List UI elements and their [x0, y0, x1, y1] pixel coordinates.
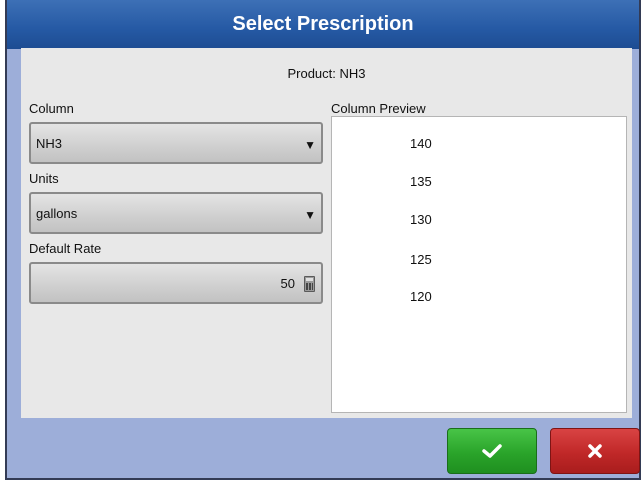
dialog-content: Product: NH3 Column NH3 ▼ Units gallons …	[21, 48, 632, 418]
column-label: Column	[29, 101, 74, 116]
column-value: NH3	[36, 136, 63, 151]
units-dropdown[interactable]: gallons ▼	[29, 192, 323, 234]
default-rate-field[interactable]: 50	[29, 262, 323, 304]
chevron-down-icon: ▼	[304, 208, 316, 222]
list-item: 135	[410, 174, 432, 189]
calculator-icon[interactable]	[304, 276, 315, 292]
column-preview-list: 140 135 130 125 120	[331, 116, 627, 413]
cancel-button[interactable]	[550, 428, 640, 474]
units-label: Units	[29, 171, 59, 186]
units-value: gallons	[36, 206, 78, 221]
list-item: 130	[410, 212, 432, 227]
column-preview-label: Column Preview	[331, 101, 426, 116]
close-icon	[588, 444, 602, 458]
list-item: 120	[410, 289, 432, 304]
product-label: Product: NH3	[287, 66, 366, 81]
list-item: 140	[410, 136, 432, 151]
list-item: 125	[410, 252, 432, 267]
default-rate-label: Default Rate	[29, 241, 102, 256]
check-icon	[482, 444, 502, 458]
dialog-title: Select Prescription	[7, 0, 639, 49]
select-prescription-dialog: Select Prescription Product: NH3 Column …	[5, 0, 641, 480]
confirm-button[interactable]	[447, 428, 537, 474]
column-dropdown[interactable]: NH3 ▼	[29, 122, 323, 164]
default-rate-value: 50	[280, 276, 295, 291]
chevron-down-icon: ▼	[304, 138, 316, 152]
